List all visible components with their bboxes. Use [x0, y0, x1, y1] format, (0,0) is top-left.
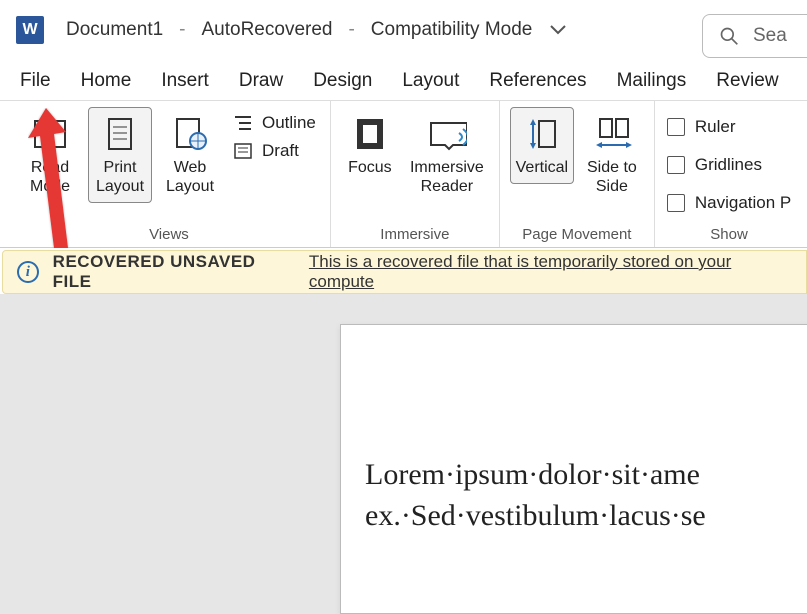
- search-box[interactable]: Sea: [702, 14, 807, 58]
- ruler-checkbox[interactable]: Ruler: [665, 113, 793, 141]
- tab-file[interactable]: File: [20, 70, 51, 92]
- tab-layout[interactable]: Layout: [402, 70, 459, 92]
- group-immersive: Focus Immersive Reader Immersive: [331, 101, 500, 247]
- print-layout-button[interactable]: Print Layout: [88, 107, 152, 203]
- autorecovered-status: AutoRecovered: [202, 19, 333, 41]
- checkbox-icon: [667, 118, 685, 136]
- immersive-reader-button[interactable]: Immersive Reader: [405, 107, 489, 203]
- side-to-side-button[interactable]: Side to Side: [580, 107, 644, 203]
- ruler-label: Ruler: [695, 117, 736, 137]
- web-layout-icon: [170, 114, 210, 154]
- recovered-file-infobar: i RECOVERED UNSAVED FILE This is a recov…: [2, 250, 807, 294]
- web-layout-button[interactable]: Web Layout: [158, 107, 222, 203]
- draft-icon: [232, 141, 254, 161]
- print-layout-label: Print Layout: [91, 158, 149, 196]
- ribbon: Read Mode Print Layout Web Layout: [0, 100, 807, 248]
- tab-mailings[interactable]: Mailings: [617, 70, 687, 92]
- tab-review[interactable]: Review: [716, 70, 778, 92]
- body-line-2: ex.·Sed·vestibulum·lacus·se: [365, 496, 807, 537]
- outline-button[interactable]: Outline: [228, 111, 320, 135]
- outline-label: Outline: [262, 113, 316, 133]
- group-show: Ruler Gridlines Navigation P Show: [655, 101, 803, 247]
- outline-icon: [232, 113, 254, 133]
- vertical-button[interactable]: Vertical: [510, 107, 574, 184]
- immersive-reader-icon: [427, 114, 467, 154]
- print-layout-icon: [100, 114, 140, 154]
- vertical-icon: [522, 114, 562, 154]
- group-immersive-label: Immersive: [380, 226, 449, 245]
- document-name: Document1: [66, 19, 163, 41]
- draft-button[interactable]: Draft: [228, 139, 320, 163]
- gridlines-checkbox[interactable]: Gridlines: [665, 151, 793, 179]
- vertical-label: Vertical: [516, 158, 568, 177]
- tab-draw[interactable]: Draw: [239, 70, 283, 92]
- gridlines-label: Gridlines: [695, 155, 762, 175]
- separator: -: [348, 19, 354, 41]
- read-mode-label: Read Mode: [21, 158, 79, 196]
- focus-icon: [350, 114, 390, 154]
- tab-insert[interactable]: Insert: [161, 70, 209, 92]
- compatibility-mode: Compatibility Mode: [371, 19, 533, 41]
- focus-button[interactable]: Focus: [341, 107, 399, 184]
- checkbox-icon: [667, 194, 685, 212]
- side-to-side-icon: [592, 114, 632, 154]
- read-mode-icon: [30, 114, 70, 154]
- group-page-movement-label: Page Movement: [522, 226, 631, 245]
- group-page-movement: Vertical Side to Side Page Movement: [500, 101, 655, 247]
- group-views-label: Views: [149, 226, 189, 245]
- chevron-down-icon[interactable]: [550, 22, 566, 38]
- group-show-label: Show: [710, 226, 748, 245]
- search-icon: [719, 26, 739, 46]
- tab-references[interactable]: References: [489, 70, 586, 92]
- tab-design[interactable]: Design: [313, 70, 372, 92]
- web-layout-label: Web Layout: [161, 158, 219, 196]
- immersive-reader-label: Immersive Reader: [408, 158, 486, 196]
- separator: -: [179, 19, 185, 41]
- document-canvas: Lorem·ipsum·dolor·sit·ame ex.·Sed·vestib…: [0, 294, 807, 614]
- tab-home[interactable]: Home: [81, 70, 132, 92]
- read-mode-button[interactable]: Read Mode: [18, 107, 82, 203]
- side-to-side-label: Side to Side: [583, 158, 641, 196]
- checkbox-icon: [667, 156, 685, 174]
- search-placeholder: Sea: [753, 25, 787, 47]
- info-icon: i: [17, 261, 39, 283]
- infobar-title: RECOVERED UNSAVED FILE: [53, 252, 295, 292]
- navigation-pane-label: Navigation P: [695, 193, 791, 213]
- body-line-1: Lorem·ipsum·dolor·sit·ame: [365, 455, 807, 496]
- draft-label: Draft: [262, 141, 299, 161]
- navigation-pane-checkbox[interactable]: Navigation P: [665, 189, 793, 217]
- focus-label: Focus: [348, 158, 392, 177]
- infobar-message[interactable]: This is a recovered file that is tempora…: [309, 252, 792, 292]
- word-logo-icon: W: [16, 16, 44, 44]
- group-views: Read Mode Print Layout Web Layout: [0, 101, 331, 247]
- document-page[interactable]: Lorem·ipsum·dolor·sit·ame ex.·Sed·vestib…: [340, 324, 807, 614]
- ribbon-tabs: File Home Insert Draw Design Layout Refe…: [0, 60, 807, 100]
